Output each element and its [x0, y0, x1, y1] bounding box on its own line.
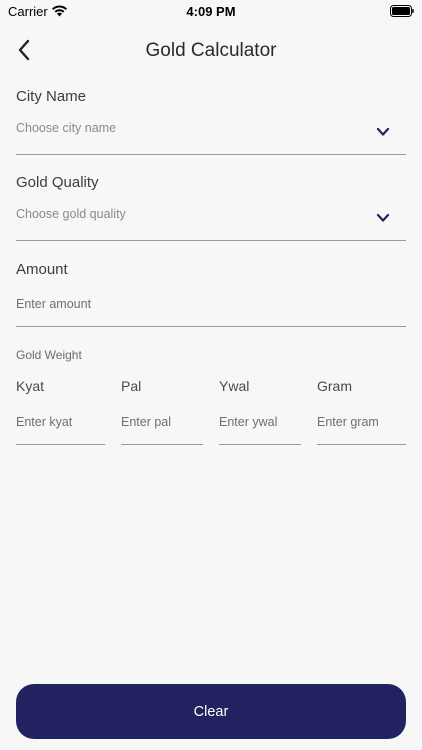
city-name-placeholder: Choose city name	[16, 121, 117, 135]
status-bar: Carrier 4:09 PM	[0, 0, 422, 24]
clock-time: 4:09 PM	[186, 4, 236, 19]
kyat-field: Kyat	[16, 378, 105, 445]
gold-quality-label: Gold Quality	[16, 174, 99, 191]
gold-quality-select[interactable]: Choose gold quality	[16, 205, 406, 241]
gram-field: Gram	[317, 378, 406, 445]
page-title: Gold Calculator	[145, 40, 277, 61]
city-name-label: City Name	[16, 88, 87, 105]
battery-icon	[390, 5, 414, 17]
clear-button[interactable]: Clear	[16, 684, 406, 739]
chevron-down-icon	[376, 213, 390, 222]
amount-input[interactable]	[16, 293, 406, 315]
kyat-input[interactable]	[16, 413, 105, 431]
amount-label: Amount	[16, 261, 68, 278]
chevron-down-icon	[376, 127, 390, 136]
pal-field: Pal	[121, 378, 203, 445]
ywal-label: Ywal	[219, 378, 250, 394]
gold-calculator-screen: Carrier 4:09 PM Gold Calculator City Nam…	[0, 0, 422, 750]
ywal-input[interactable]	[219, 413, 301, 431]
pal-label: Pal	[121, 378, 142, 394]
amount-field	[16, 293, 406, 327]
pal-input[interactable]	[121, 413, 203, 431]
ywal-field: Ywal	[219, 378, 301, 445]
gold-weight-section-label: Gold Weight	[16, 348, 82, 362]
gram-input[interactable]	[317, 413, 406, 431]
gram-label: Gram	[317, 378, 352, 394]
city-name-select[interactable]: Choose city name	[16, 119, 406, 155]
gold-quality-placeholder: Choose gold quality	[16, 207, 126, 221]
navigation-bar: Gold Calculator	[0, 30, 422, 74]
kyat-label: Kyat	[16, 378, 45, 394]
